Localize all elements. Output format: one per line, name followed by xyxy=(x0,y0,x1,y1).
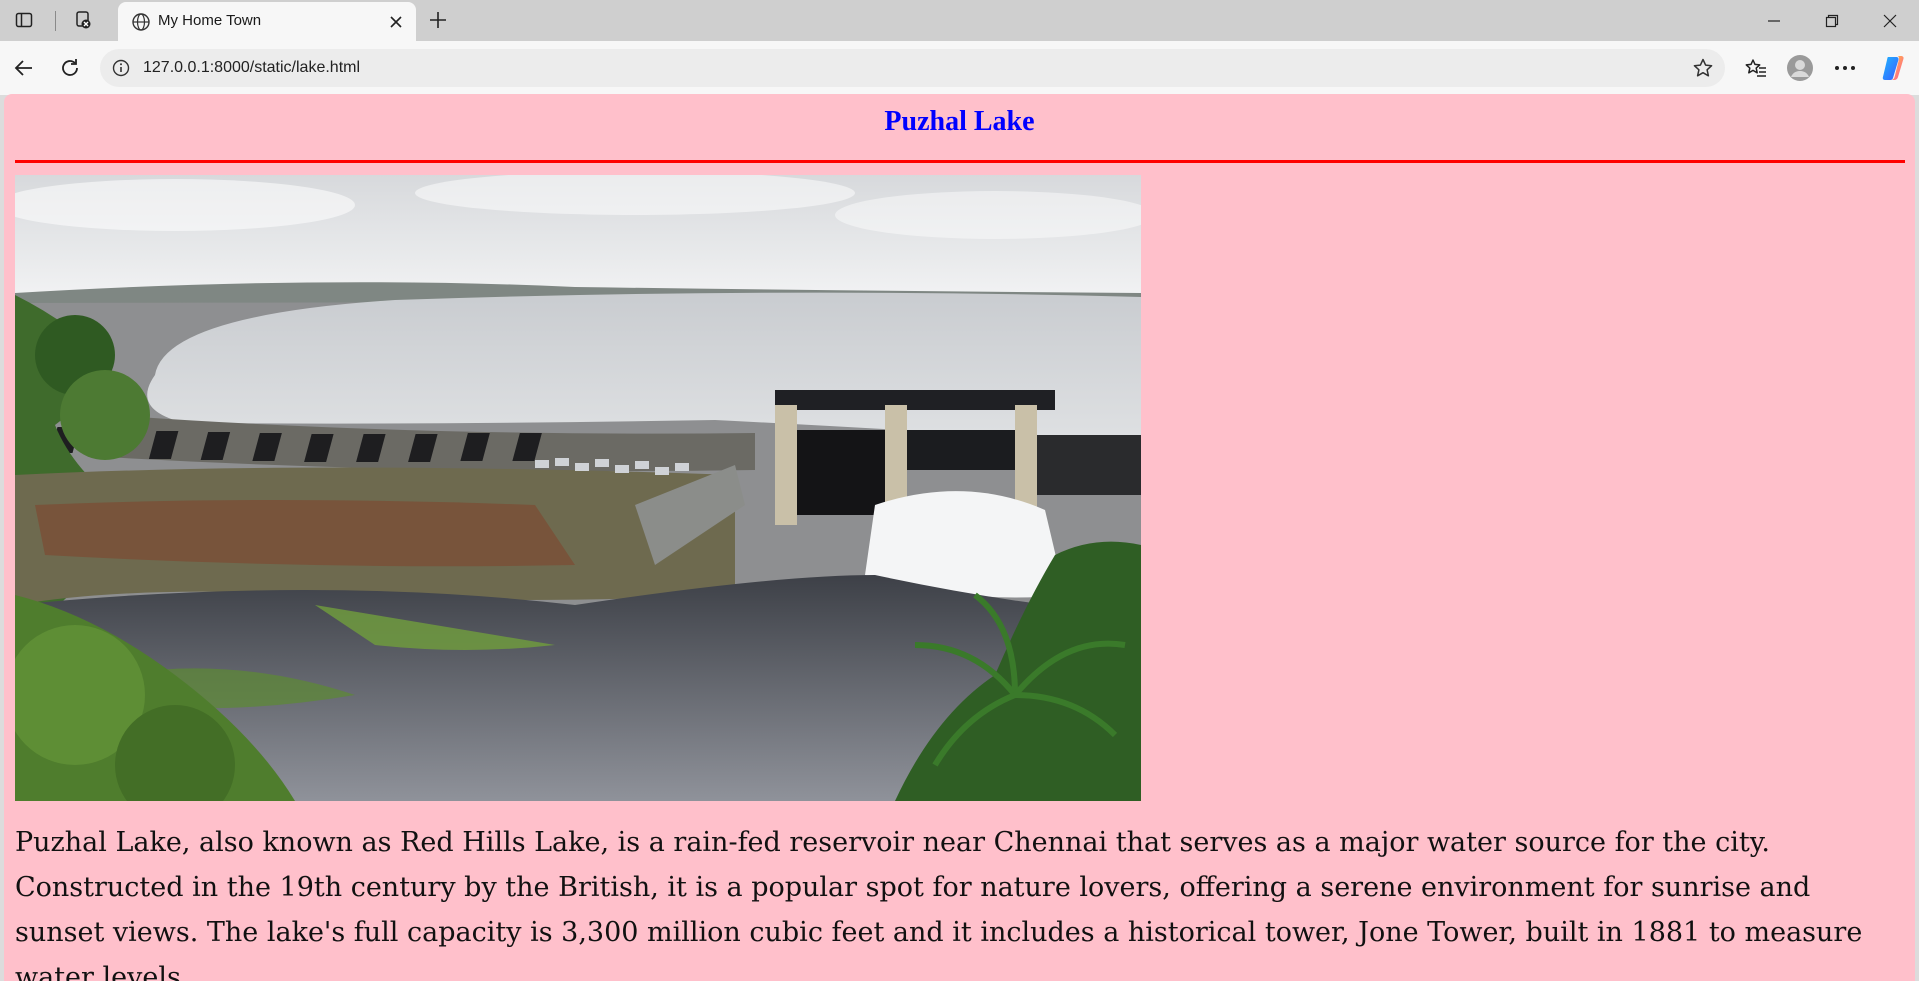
more-icon[interactable] xyxy=(1828,52,1862,84)
profile-icon[interactable] xyxy=(1783,52,1817,84)
close-window-icon[interactable] xyxy=(1861,0,1919,41)
active-tab[interactable]: My Home Town xyxy=(118,2,416,41)
tab-title: My Home Town xyxy=(158,12,262,29)
minimize-icon[interactable] xyxy=(1745,0,1803,41)
restore-icon[interactable] xyxy=(1803,0,1861,41)
sidebar-toggle-icon[interactable] xyxy=(8,6,40,34)
close-icon[interactable] xyxy=(384,10,408,34)
address-bar[interactable]: 127.0.0.1:8000/static/lake.html xyxy=(100,49,1725,87)
page-viewport: Puzhal Lake Puzhal Lake, also known as R… xyxy=(4,94,1915,981)
refresh-icon[interactable] xyxy=(53,52,87,84)
lake-photo xyxy=(15,175,1141,801)
favorites-icon[interactable] xyxy=(1739,52,1773,84)
tab-actions-icon[interactable] xyxy=(68,6,100,34)
page-title: Puzhal Lake xyxy=(884,106,1035,137)
browser-toolbar: 127.0.0.1:8000/static/lake.html xyxy=(0,41,1919,95)
horizontal-rule xyxy=(15,160,1905,163)
plus-icon[interactable] xyxy=(422,6,454,34)
tabstrip-separator xyxy=(55,11,56,31)
lake-description: Puzhal Lake, also known as Red Hills Lak… xyxy=(15,827,1863,981)
star-icon[interactable] xyxy=(1691,56,1715,80)
globe-icon xyxy=(130,11,152,33)
url-text[interactable]: 127.0.0.1:8000/static/lake.html xyxy=(143,59,360,77)
tab-strip: My Home Town xyxy=(0,0,1919,41)
copilot-icon[interactable] xyxy=(1876,52,1910,84)
info-icon[interactable] xyxy=(110,57,132,79)
back-arrow-icon[interactable] xyxy=(7,52,41,84)
